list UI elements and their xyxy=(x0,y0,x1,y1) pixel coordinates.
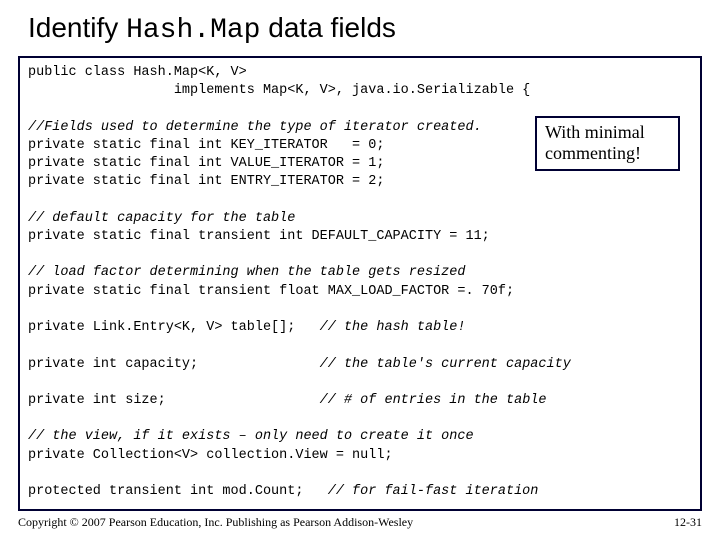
code-line: private static final transient int DEFAU… xyxy=(28,229,490,244)
title-post: data fields xyxy=(260,12,395,43)
code-line: private static final int KEY_ITERATOR = … xyxy=(28,138,384,153)
code-comment: //Fields used to determine the type of i… xyxy=(28,120,482,135)
code-line: private Collection<V> collection.View = … xyxy=(28,448,393,463)
title-mono: Hash.Map xyxy=(126,15,260,46)
code-line: private static final transient float MAX… xyxy=(28,284,514,299)
code-line: private static final int VALUE_ITERATOR … xyxy=(28,156,384,171)
title-pre: Identify xyxy=(28,12,126,43)
code-comment: // # of entries in the table xyxy=(320,393,547,408)
copyright-text: Copyright © 2007 Pearson Education, Inc.… xyxy=(18,515,413,530)
code-comment: // default capacity for the table xyxy=(28,211,295,226)
callout-box: With minimal commenting! xyxy=(535,116,680,171)
callout-text: With minimal commenting! xyxy=(545,122,645,163)
code-line: implements Map<K, V>, java.io.Serializab… xyxy=(28,83,530,98)
code-comment: // the hash table! xyxy=(320,320,466,335)
code-panel: public class Hash.Map<K, V> implements M… xyxy=(18,56,702,511)
code-line: private static final int ENTRY_ITERATOR … xyxy=(28,174,384,189)
code-comment: // load factor determining when the tabl… xyxy=(28,265,465,280)
code-line: private int capacity; xyxy=(28,357,320,372)
code-line: protected transient int mod.Count; xyxy=(28,484,328,499)
code-comment: // for fail-fast iteration xyxy=(328,484,539,499)
slide-footer: Copyright © 2007 Pearson Education, Inc.… xyxy=(18,515,702,530)
code-line: public class Hash.Map<K, V> xyxy=(28,65,247,80)
slide-title: Identify Hash.Map data fields xyxy=(0,0,720,56)
code-line: private Link.Entry<K, V> table[]; xyxy=(28,320,320,335)
code-comment: // the view, if it exists – only need to… xyxy=(28,429,474,444)
code-comment: // the table's current capacity xyxy=(320,357,571,372)
slide-number: 12-31 xyxy=(674,515,702,530)
code-line: private int size; xyxy=(28,393,320,408)
